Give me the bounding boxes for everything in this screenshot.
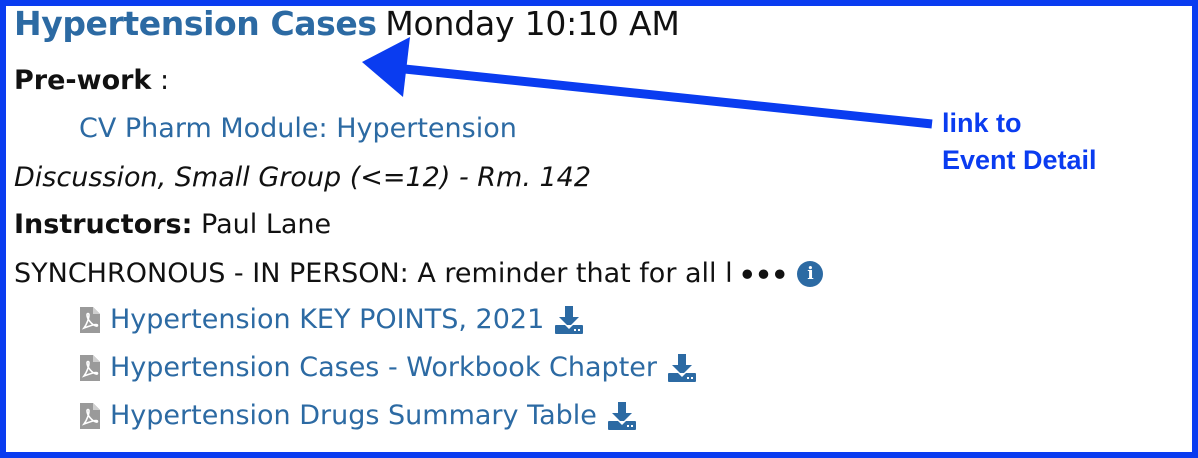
annotation-line2: Event Detail bbox=[942, 145, 1097, 175]
annotation-arrow-icon bbox=[362, 37, 933, 129]
annotation-line1: link to bbox=[942, 108, 1022, 138]
annotation-label: link to Event Detail bbox=[942, 105, 1097, 179]
